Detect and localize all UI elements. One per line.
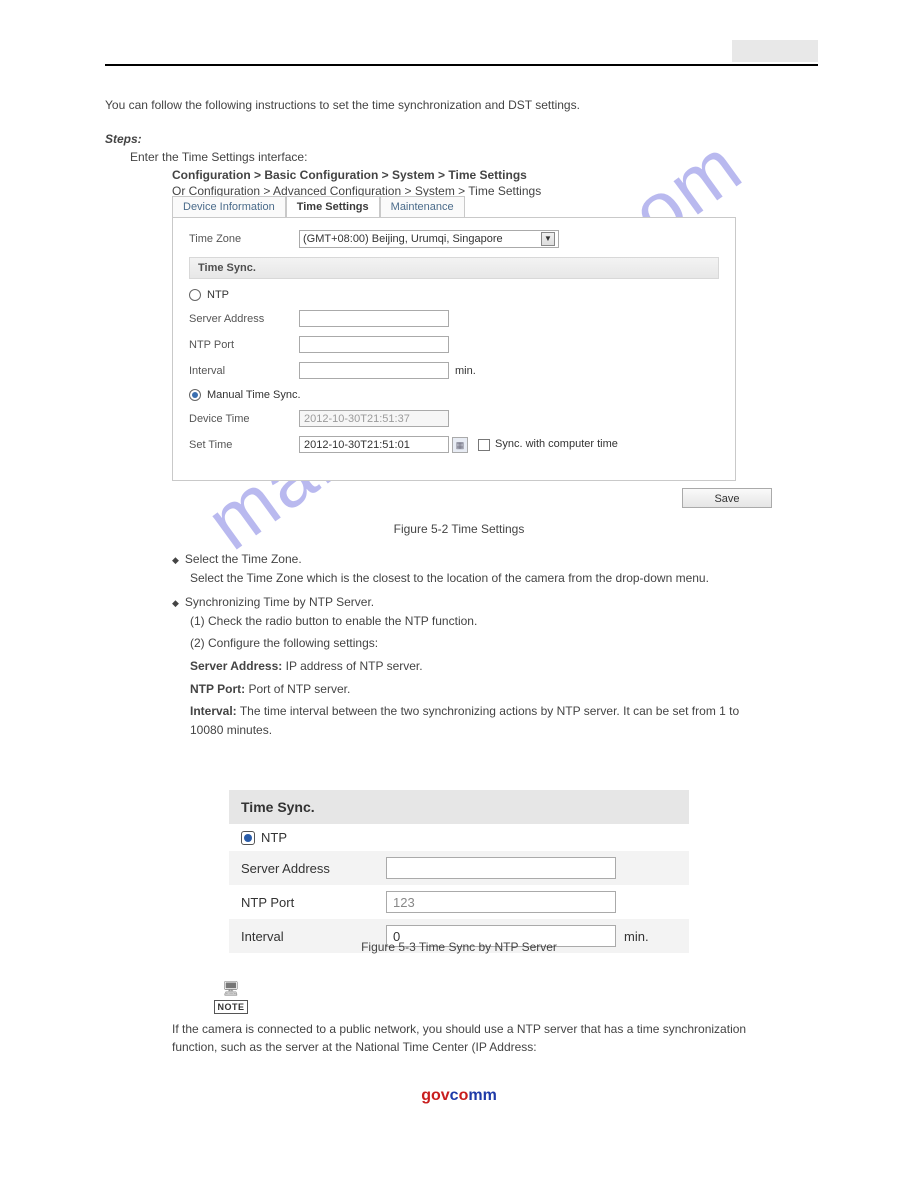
ntp-config-panel: Time Sync. NTP Server Address NTP Port 1… <box>229 790 689 953</box>
bullet-tz-desc: Select the Time Zone which is the closes… <box>190 569 772 588</box>
server-address-label: Server Address <box>189 313 299 325</box>
bullet-interval: Interval: The time interval between the … <box>190 702 772 739</box>
save-button[interactable]: Save <box>682 488 772 508</box>
timezone-value: (GMT+08:00) Beijing, Urumqi, Singapore <box>303 233 503 245</box>
server-address-input[interactable] <box>299 310 449 327</box>
figure2-caption: Figure 5-3 Time Sync by NTP Server <box>0 940 918 954</box>
bullet-server-address: Server Address: IP address of NTP server… <box>190 657 772 676</box>
header-rule <box>105 62 818 66</box>
note-label: NOTE <box>214 1000 247 1014</box>
step1-label: Enter the Time Settings interface: <box>130 150 307 164</box>
manual-sync-radio[interactable] <box>189 389 201 401</box>
intro-line: You can follow the following instruction… <box>105 96 805 114</box>
ntp-label2: NTP <box>261 830 287 845</box>
interval-input[interactable] <box>299 362 449 379</box>
interval-unit: min. <box>455 365 476 377</box>
device-time-input: 2012-10-30T21:51:37 <box>299 410 449 427</box>
note-text: If the camera is connected to a public n… <box>172 1020 782 1056</box>
set-time-label: Set Time <box>189 439 299 451</box>
set-time-input[interactable]: 2012-10-30T21:51:01 <box>299 436 449 453</box>
ntp-row: NTP <box>229 824 689 851</box>
note-graphic-icon: 🖥 <box>211 980 251 997</box>
step1-text: Enter the Time Settings interface: <box>130 148 307 166</box>
server-address-label2: Server Address <box>241 861 386 876</box>
bullet-ntp-step2: (2) Configure the following settings: <box>190 634 772 653</box>
tab-maintenance[interactable]: Maintenance <box>380 196 465 217</box>
ntp-radio[interactable] <box>189 289 201 301</box>
bullet-tz: Select the Time Zone. <box>172 550 772 569</box>
sync-computer-checkbox[interactable] <box>478 439 490 451</box>
bullet-ntp-port: NTP Port: Port of NTP server. <box>190 680 772 699</box>
interval-desc: The time interval between the two synchr… <box>190 704 739 737</box>
note-icon: 🖥 NOTE <box>211 980 251 1015</box>
tab-device-information[interactable]: Device Information <box>172 196 286 217</box>
ntp-port-label2: NTP Port <box>241 895 386 910</box>
calendar-icon[interactable]: ▦ <box>452 437 468 453</box>
server-address-desc: IP address of NTP server. <box>286 659 423 673</box>
instruction-bullets: Select the Time Zone. Select the Time Zo… <box>172 550 772 743</box>
manual-sync-label: Manual Time Sync. <box>207 389 301 401</box>
timezone-label: Time Zone <box>189 233 299 245</box>
ntp-label: NTP <box>207 289 229 301</box>
brand-c: c <box>450 1087 459 1104</box>
tabs: Device Information Time Settings Mainten… <box>172 196 736 217</box>
chevron-down-icon: ▼ <box>541 232 555 246</box>
brand-mm: mm <box>468 1087 496 1104</box>
sync-computer-label: Sync. with computer time <box>495 438 618 450</box>
ntp-port-input[interactable] <box>299 336 449 353</box>
device-time-label: Device Time <box>189 413 299 425</box>
server-row: Server Address <box>229 851 689 885</box>
tab-time-settings[interactable]: Time Settings <box>286 196 380 217</box>
interval-label: Interval <box>189 365 299 377</box>
ntp-port-label: NTP Port <box>189 339 299 351</box>
bullet-ntp-step1: (1) Check the radio button to enable the… <box>190 612 772 631</box>
ntp-port-input2[interactable]: 123 <box>386 891 616 913</box>
server-address-term: Server Address: <box>190 659 282 673</box>
ntp-port-desc: Port of NTP server. <box>248 682 350 696</box>
server-address-input2[interactable] <box>386 857 616 879</box>
ntp-radio-selected[interactable] <box>241 831 255 845</box>
header-badge <box>732 40 818 62</box>
time-settings-panel: Device Information Time Settings Mainten… <box>172 196 736 481</box>
brand-logo: govcomm <box>421 1087 497 1104</box>
footer: govcomm <box>0 1087 918 1108</box>
ntp-section-header: Time Sync. <box>229 790 689 824</box>
bullet-ntp: Synchronizing Time by NTP Server. <box>172 593 772 612</box>
timezone-select[interactable]: (GMT+08:00) Beijing, Urumqi, Singapore ▼ <box>299 230 559 248</box>
port-row: NTP Port 123 <box>229 885 689 919</box>
figure1-caption: Figure 5-2 Time Settings <box>0 522 918 536</box>
timesync-section-header: Time Sync. <box>189 257 719 279</box>
ntp-port-term: NTP Port: <box>190 682 245 696</box>
interval-term: Interval: <box>190 704 237 718</box>
brand-o: o <box>459 1087 469 1104</box>
steps-heading: Steps: <box>105 130 142 148</box>
brand-gov: gov <box>421 1087 449 1104</box>
